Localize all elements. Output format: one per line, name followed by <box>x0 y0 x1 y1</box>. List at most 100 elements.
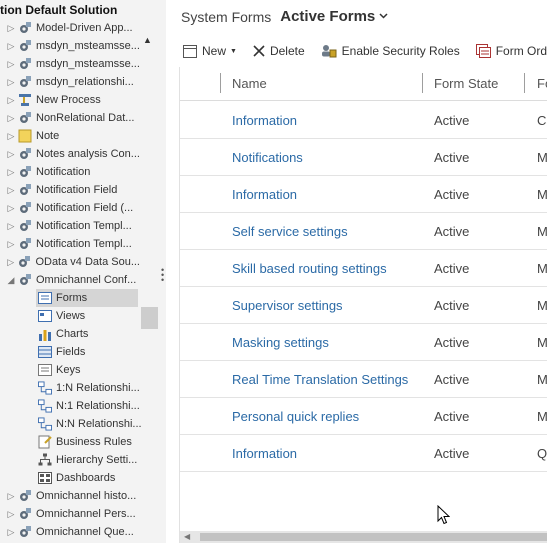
tree-node-notification-templ[interactable]: ▷ Notification Templ... <box>6 217 140 235</box>
tree-node-label: Notification Templ... <box>36 220 132 232</box>
tree-node-odata-v4-data-sou[interactable]: ▷ OData v4 Data Sou... <box>6 253 140 271</box>
gear-icon <box>18 219 32 233</box>
expand-arrow-icon[interactable]: ▷ <box>6 41 16 52</box>
tree-node-notes-analysis-con[interactable]: ▷ Notes analysis Con... <box>6 145 140 163</box>
expand-arrow-icon[interactable]: ▷ <box>6 23 16 34</box>
tree-child-forms[interactable]: Forms <box>36 289 138 307</box>
expand-arrow-icon[interactable]: ▷ <box>6 221 16 232</box>
tree-node-notification-templ[interactable]: ▷ Notification Templ... <box>6 235 140 253</box>
tree-node-notification-field[interactable]: ▷ Notification Field <box>6 181 140 199</box>
column-divider[interactable] <box>524 73 525 93</box>
view-selector[interactable]: Active Forms <box>280 8 375 25</box>
tree-node-omnichannel-conf[interactable]: ◢ Omnichannel Conf... <box>6 271 140 289</box>
column-divider[interactable] <box>220 73 221 93</box>
chevron-down-icon[interactable] <box>379 11 388 22</box>
new-dropdown-icon[interactable]: ▼ <box>230 48 237 55</box>
tree-node-note[interactable]: ▷ Note <box>6 127 140 145</box>
expand-arrow-icon[interactable]: ▷ <box>6 59 16 70</box>
tree-node-label: Forms <box>56 292 88 304</box>
delete-button[interactable]: Delete <box>249 40 311 62</box>
table-row[interactable]: Supervisor settings Active M <box>180 287 547 324</box>
tree-child-keys[interactable]: Keys <box>36 361 138 379</box>
expand-arrow-icon[interactable]: ▷ <box>6 257 15 268</box>
expand-arrow-icon[interactable]: ▷ <box>6 131 16 142</box>
tree-node-notification-field[interactable]: ▷ Notification Field (... <box>6 199 140 217</box>
form-name-link[interactable]: Personal quick replies <box>232 409 359 424</box>
expand-arrow-icon[interactable]: ▷ <box>6 203 16 214</box>
tree-child-fields[interactable]: Fields <box>36 343 138 361</box>
tree-scroll-up-icon[interactable]: ▲ <box>143 35 152 45</box>
business-rules-icon <box>38 435 52 449</box>
gear-icon <box>18 39 32 53</box>
new-button[interactable]: New ▼ <box>179 40 243 62</box>
column-header-form-type[interactable]: Fo <box>537 76 547 91</box>
tree-node-label: Business Rules <box>56 436 132 448</box>
gear-icon <box>18 165 32 179</box>
tree-node-omnichannel-histo[interactable]: ▷ Omnichannel histo... <box>6 487 140 505</box>
table-row[interactable]: Skill based routing settings Active M <box>180 250 547 287</box>
table-row[interactable]: Notifications Active M <box>180 139 547 176</box>
expand-arrow-icon[interactable]: ▷ <box>6 167 16 178</box>
table-row[interactable]: Real Time Translation Settings Active M <box>180 361 547 398</box>
enable-security-roles-button[interactable]: Enable Security Roles <box>317 40 466 62</box>
expand-arrow-icon[interactable]: ▷ <box>6 239 16 250</box>
tree-child-1-n-relationshi[interactable]: 1:N Relationshi... <box>36 379 140 397</box>
tree-child-n-n-relationshi[interactable]: N:N Relationshi... <box>36 415 142 433</box>
tree-node-msdyn-msteamsse[interactable]: ▷ msdyn_msteamsse... <box>6 37 140 55</box>
expand-arrow-icon[interactable]: ▷ <box>6 185 16 196</box>
column-divider[interactable] <box>422 73 423 93</box>
form-state-cell: Active <box>434 446 470 461</box>
form-name-link[interactable]: Skill based routing settings <box>232 261 387 276</box>
table-row[interactable]: Masking settings Active M <box>180 324 547 361</box>
column-header-form-state[interactable]: Form State <box>434 76 498 91</box>
tree-node-msdyn-msteamsse[interactable]: ▷ msdyn_msteamsse... <box>6 55 140 73</box>
tree-scrollbar-thumb[interactable] <box>141 307 158 329</box>
expand-arrow-icon[interactable]: ▷ <box>6 509 16 520</box>
expand-arrow-icon[interactable]: ▷ <box>6 113 16 124</box>
tree-node-model-driven-app[interactable]: ▷ Model-Driven App... <box>6 19 140 37</box>
tree-node-label: msdyn_msteamsse... <box>36 40 140 52</box>
delete-button-label: Delete <box>269 44 305 58</box>
tree-node-label: Omnichannel Pers... <box>36 508 136 520</box>
tree-child-hierarchy-setti[interactable]: Hierarchy Setti... <box>36 451 138 469</box>
table-row[interactable]: Personal quick replies Active M <box>180 398 547 435</box>
tree-child-views[interactable]: Views <box>36 307 138 325</box>
tree-node-msdyn-relationshi[interactable]: ▷ msdyn_relationshi... <box>6 73 140 91</box>
form-name-link[interactable]: Information <box>232 187 297 202</box>
horizontal-scrollbar[interactable]: ◀ <box>180 531 547 543</box>
horizontal-scrollbar-thumb[interactable] <box>200 533 547 541</box>
expand-arrow-icon[interactable]: ▷ <box>6 527 16 538</box>
column-header-name[interactable]: Name <box>232 76 267 91</box>
form-name-link[interactable]: Information <box>232 113 297 128</box>
table-row[interactable]: Information Active M <box>180 176 547 213</box>
collapse-arrow-icon[interactable]: ◢ <box>6 275 16 286</box>
tree-node-omnichannel-que[interactable]: ▷ Omnichannel Que... <box>6 523 140 541</box>
expand-arrow-icon[interactable]: ▷ <box>6 77 16 88</box>
expand-arrow-icon[interactable]: ▷ <box>6 149 16 160</box>
form-name-link[interactable]: Notifications <box>232 150 303 165</box>
form-name-link[interactable]: Supervisor settings <box>232 298 343 313</box>
expand-arrow-icon[interactable]: ▷ <box>6 491 16 502</box>
table-row[interactable]: Information Active Ca <box>180 102 547 139</box>
form-name-link[interactable]: Information <box>232 446 297 461</box>
tree-child-charts[interactable]: Charts <box>36 325 138 343</box>
table-row[interactable]: Self service settings Active M <box>180 213 547 250</box>
tree-child-business-rules[interactable]: Business Rules <box>36 433 138 451</box>
tree-child-n-1-relationshi[interactable]: N:1 Relationshi... <box>36 397 140 415</box>
tree-node-omnichannel-pers[interactable]: ▷ Omnichannel Pers... <box>6 505 140 523</box>
form-state-cell: Active <box>434 372 470 387</box>
tree-node-nonrelational-dat[interactable]: ▷ NonRelational Dat... <box>6 109 140 127</box>
table-row[interactable]: Information Active Q <box>180 435 547 472</box>
tree-node-new-process[interactable]: ▷ New Process <box>6 91 140 109</box>
tree-child-dashboards[interactable]: Dashboards <box>36 469 138 487</box>
expand-arrow-icon[interactable]: ▷ <box>6 95 16 106</box>
form-name-link[interactable]: Real Time Translation Settings <box>232 372 408 387</box>
form-type-cell: M <box>537 335 547 350</box>
form-order-button[interactable]: Form Order <box>472 40 547 62</box>
hierarchy-icon <box>38 453 52 467</box>
form-name-link[interactable]: Masking settings <box>232 335 329 350</box>
form-name-link[interactable]: Self service settings <box>232 224 348 239</box>
scroll-left-icon[interactable]: ◀ <box>184 532 190 541</box>
splitter-handle[interactable]: • • • <box>161 266 164 285</box>
tree-node-notification[interactable]: ▷ Notification <box>6 163 140 181</box>
